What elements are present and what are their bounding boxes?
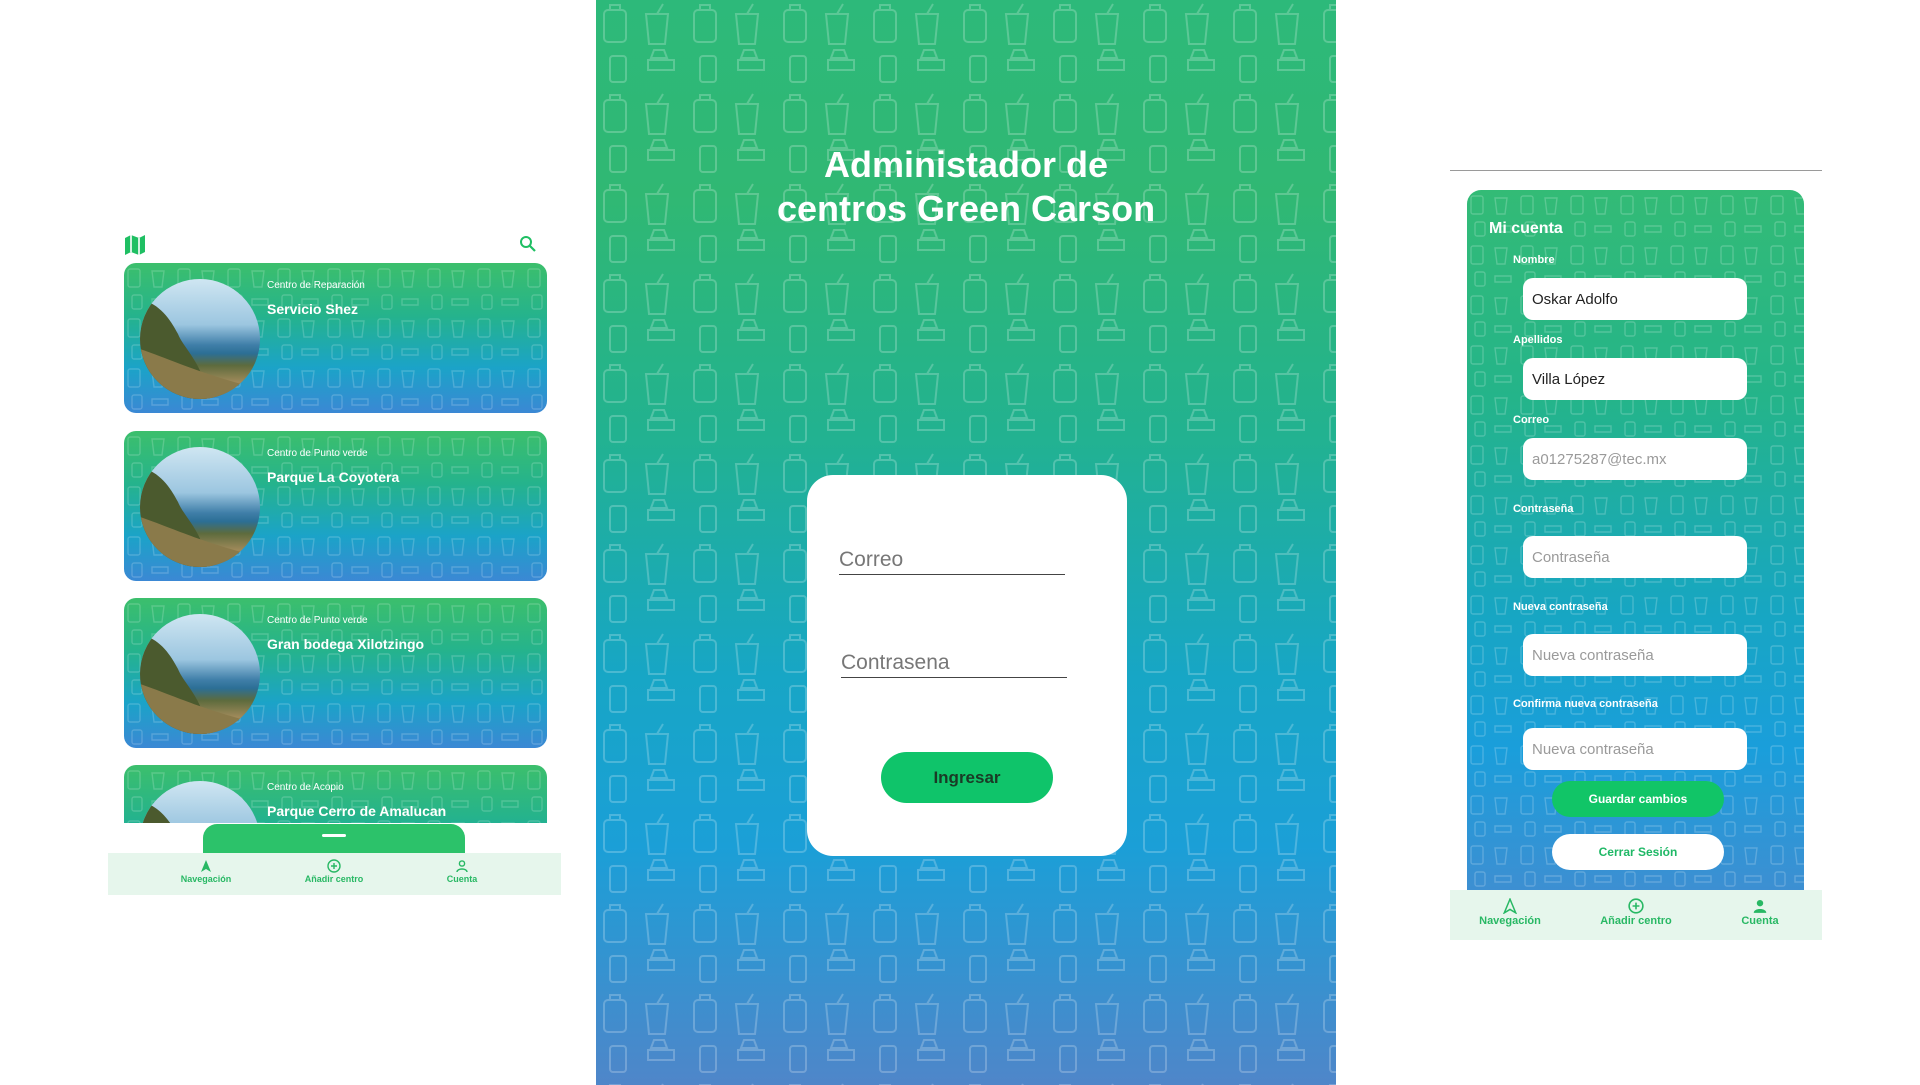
center-photo (140, 447, 260, 567)
apellidos-input[interactable] (1523, 358, 1747, 400)
nombre-input[interactable] (1523, 278, 1747, 320)
center-name: Gran bodega Xilotzingo (267, 636, 425, 652)
account-title: Mi cuenta (1489, 220, 1563, 237)
center-photo (140, 781, 260, 823)
login-title-line1: Administador de (823, 144, 1109, 185)
password-field-wrapper (841, 651, 1067, 678)
apellidos-label: Apellidos (1513, 334, 1563, 346)
save-changes-button[interactable]: Guardar cambios (1552, 781, 1724, 817)
center-photo (140, 614, 260, 734)
confirma-contrasena-input[interactable] (1523, 728, 1747, 770)
person-icon (1753, 899, 1767, 913)
center-card[interactable]: Centro de Punto verde Parque La Coyotera (124, 431, 547, 581)
add-circle-icon (1628, 898, 1644, 914)
search-icon[interactable] (518, 234, 538, 254)
account-screen: Mi cuenta Nombre Apellidos Correo Contra… (1450, 170, 1822, 940)
login-card: Ingresar (807, 475, 1127, 856)
nav-item-anadir-centro[interactable]: Añadir centro (1576, 898, 1696, 927)
correo-input[interactable] (1523, 438, 1747, 480)
navigation-arrow-icon (1503, 898, 1517, 914)
center-type: Centro de Reparación (267, 280, 365, 291)
login-screen: Administador de centros Green Carson Ing… (596, 0, 1336, 1085)
center-card[interactable]: Centro de Punto verde Gran bodega Xilotz… (124, 598, 547, 748)
nav-item-cuenta[interactable]: Cuenta (1700, 898, 1820, 927)
bottom-nav: Navegación Añadir centro Cuenta (108, 853, 561, 895)
nueva-contrasena-input[interactable] (1523, 634, 1747, 676)
centers-list-screen: Centro de Reparación Servicio Shez Centr… (108, 228, 561, 895)
add-circle-icon (327, 859, 341, 873)
nav-label: Añadir centro (1600, 915, 1672, 927)
nav-item-anadir-centro[interactable]: Añadir centro (274, 859, 394, 884)
nav-label: Cuenta (1741, 915, 1779, 927)
person-icon (456, 860, 468, 873)
logout-button[interactable]: Cerrar Sesión (1552, 834, 1724, 870)
nav-item-navegacion[interactable]: Navegación (146, 859, 266, 884)
nav-label: Cuenta (446, 874, 478, 884)
nav-label: Navegación (180, 874, 232, 884)
center-type: Centro de Acopio (267, 782, 344, 793)
bottom-nav: Navegación Añadir centro Cuenta (1450, 890, 1822, 940)
email-field[interactable] (839, 548, 1065, 574)
navigation-arrow-icon (201, 860, 211, 872)
drag-handle-bar[interactable] (322, 834, 346, 837)
nav-label: Añadir centro (304, 874, 364, 884)
bottom-sheet-handle[interactable] (203, 824, 465, 854)
center-name: Parque La Coyotera (267, 469, 400, 485)
nav-label: Navegación (1479, 915, 1541, 927)
center-type: Centro de Punto verde (267, 448, 368, 459)
login-title: Administador de centros Green Carson (596, 143, 1336, 231)
nav-item-navegacion[interactable]: Navegación (1450, 898, 1570, 927)
nueva-contrasena-label: Nueva contraseña (1513, 601, 1608, 613)
contrasena-input[interactable] (1523, 536, 1747, 578)
password-field[interactable] (841, 651, 1067, 677)
email-field-wrapper (839, 548, 1065, 575)
nav-item-cuenta[interactable]: Cuenta (402, 859, 522, 884)
center-card[interactable]: Centro de Acopio Parque Cerro de Amaluca… (124, 765, 547, 823)
divider (1450, 170, 1822, 171)
map-icon[interactable] (123, 233, 147, 257)
confirma-contrasena-label: Confirma nueva contraseña (1513, 698, 1658, 710)
center-name: Parque Cerro de Amalucan (267, 803, 447, 819)
nombre-label: Nombre (1513, 254, 1555, 266)
login-button[interactable]: Ingresar (881, 752, 1053, 803)
contrasena-label: Contraseña (1513, 503, 1574, 515)
center-name: Servicio Shez (267, 301, 359, 317)
center-card[interactable]: Centro de Reparación Servicio Shez (124, 263, 547, 413)
correo-label: Correo (1513, 414, 1550, 426)
login-title-line2: centros Green Carson (776, 188, 1156, 229)
center-type: Centro de Punto verde (267, 615, 368, 626)
centers-list[interactable]: Centro de Reparación Servicio Shez Centr… (108, 263, 561, 823)
center-photo (140, 279, 260, 399)
